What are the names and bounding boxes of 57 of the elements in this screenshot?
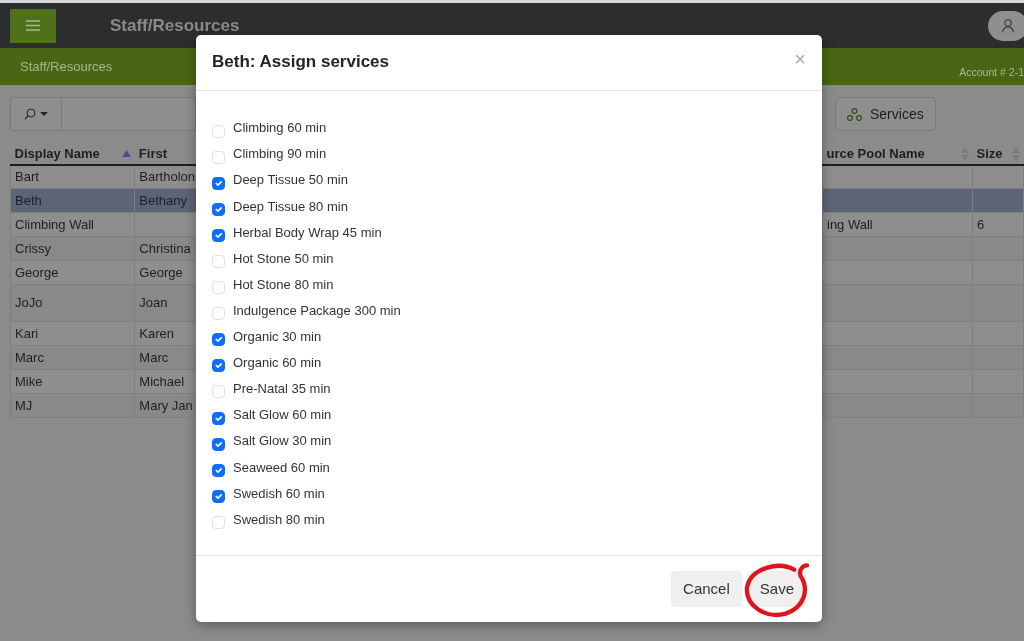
search-button[interactable] <box>10 97 63 131</box>
table-cell: Crissy <box>10 236 135 261</box>
modal-title: Beth: Assign services <box>212 52 389 73</box>
menu-button[interactable] <box>10 8 56 43</box>
service-checkbox[interactable] <box>212 463 225 477</box>
table-cell: George <box>10 260 135 285</box>
service-label[interactable]: Climbing 90 min <box>233 144 327 164</box>
service-label[interactable]: Hot Stone 80 min <box>233 274 334 295</box>
caret-icon <box>40 112 49 116</box>
service-label[interactable]: Indulgence Package 300 min <box>233 300 401 321</box>
table-cell: Joan <box>134 284 196 322</box>
service-label[interactable]: Salt Glow 30 min <box>233 431 332 451</box>
account-number: Account # 2-1 <box>959 65 1024 81</box>
service-label[interactable]: Deep Tissue 80 min <box>233 196 348 217</box>
column-header[interactable]: Size <box>976 144 1003 164</box>
service-label[interactable]: Deep Tissue 50 min <box>233 170 348 190</box>
search-icon <box>24 108 37 120</box>
column-header[interactable]: Display Name <box>14 144 100 164</box>
table-cell: MJ <box>10 393 135 418</box>
service-checkbox[interactable] <box>212 489 225 503</box>
service-checkbox[interactable] <box>212 411 225 425</box>
service-label[interactable]: Seaweed 60 min <box>233 457 330 477</box>
service-checkbox[interactable] <box>212 228 225 242</box>
service-label[interactable]: Pre-Natal 35 min <box>233 379 331 399</box>
column-header[interactable]: First <box>138 144 167 164</box>
service-checkbox[interactable] <box>212 202 225 216</box>
service-label[interactable]: Climbing 60 min <box>233 118 327 138</box>
service-label[interactable]: Organic 30 min <box>233 327 322 347</box>
search-field[interactable] <box>62 97 196 131</box>
service-checkbox[interactable] <box>212 359 225 373</box>
service-checkbox[interactable] <box>212 176 225 190</box>
column-header[interactable]: urce Pool Name <box>826 144 925 164</box>
service-label[interactable]: Swedish 80 min <box>233 509 325 530</box>
menu-icon <box>26 20 40 31</box>
user-icon <box>1002 18 1014 33</box>
sort-ascending-icon[interactable] <box>121 150 131 158</box>
table-cell: Marc <box>10 345 135 370</box>
service-label[interactable]: Swedish 60 min <box>233 483 325 504</box>
service-label[interactable]: Herbal Body Wrap 45 min <box>233 222 382 243</box>
cancel-button[interactable]: Cancel <box>671 571 742 607</box>
services-button[interactable]: Services <box>835 97 936 131</box>
table-cell: Beth <box>10 188 135 213</box>
user-button[interactable] <box>988 10 1024 41</box>
table-cell: Bart <box>10 164 135 189</box>
circles-icon <box>847 107 862 121</box>
table-cell: Climbing Wall <box>10 212 135 237</box>
service-label[interactable]: Hot Stone 50 min <box>233 248 334 269</box>
table-cell: ing Wall <box>822 212 973 237</box>
table-cell: Kari <box>10 321 135 346</box>
service-checkbox[interactable] <box>212 333 225 347</box>
service-checkbox[interactable] <box>212 437 225 451</box>
app-title: Staff/Resources <box>110 14 240 37</box>
breadcrumb: Staff/Resources <box>20 57 113 76</box>
service-label[interactable]: Organic 60 min <box>233 353 322 373</box>
service-label[interactable]: Salt Glow 60 min <box>233 405 332 425</box>
table-cell: Mike <box>10 369 135 394</box>
table-cell: JoJo <box>10 284 135 322</box>
